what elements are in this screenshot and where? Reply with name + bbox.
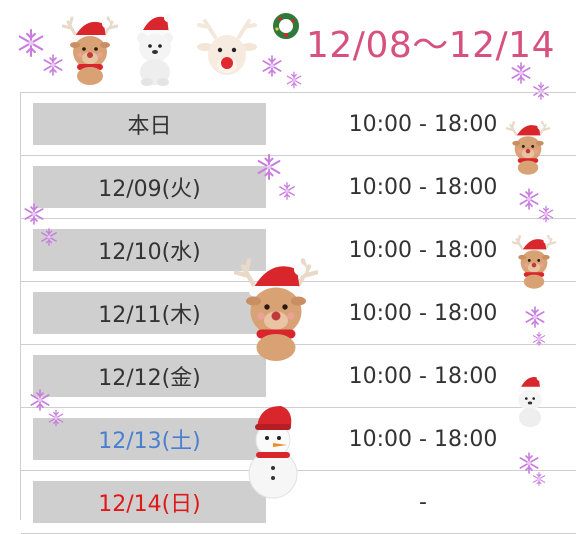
hours-cell: 10:00 - 18:00 — [348, 111, 498, 137]
snowflake-icon — [286, 71, 302, 89]
day-cell: 12/14(日) — [33, 481, 266, 523]
polar-bear-santa-hat-icon — [518, 374, 543, 428]
day-cell: 12/12(金) — [33, 355, 266, 397]
reindeer-santa-hat-icon — [234, 256, 318, 364]
snowman-icon — [248, 406, 298, 499]
hours-cell: - — [419, 489, 427, 515]
hours-cell: 10:00 - 18:00 — [348, 237, 498, 263]
snowflake-icon — [48, 409, 64, 427]
polar-bear-santa-hat-icon — [137, 14, 173, 86]
day-cell: 本日 — [33, 103, 266, 145]
snowflake-icon — [257, 154, 281, 180]
hours-cell: 10:00 - 18:00 — [348, 363, 498, 389]
snowflake-icon — [525, 306, 545, 328]
snowflake-icon — [43, 54, 63, 76]
reindeer-icon — [197, 19, 257, 75]
snowflake-icon — [532, 471, 546, 487]
reindeer-santa-hat-icon — [62, 16, 118, 86]
hours-cell: 10:00 - 18:00 — [348, 426, 498, 452]
reindeer-santa-hat-icon — [512, 234, 556, 290]
table-row: 本日 10:00 - 18:00 — [21, 93, 576, 156]
snowflake-icon — [279, 182, 295, 200]
day-cell: 12/13(土) — [33, 418, 266, 460]
snowflake-icon — [41, 228, 57, 246]
hours-cell: 10:00 - 18:00 — [348, 174, 498, 200]
snowflake-icon — [24, 203, 44, 225]
reindeer-santa-hat-icon — [506, 120, 550, 176]
table-row: 12/09(火) 10:00 - 18:00 — [21, 156, 576, 219]
wreath-icon — [273, 13, 299, 39]
header: 12/08～12/14 — [0, 0, 576, 100]
day-cell: 12/11(木) — [33, 292, 266, 334]
snowflake-icon — [532, 331, 546, 347]
day-cell: 12/09(火) — [33, 166, 266, 208]
snowflake-icon — [262, 55, 282, 77]
day-cell: 12/10(水) — [33, 229, 266, 271]
snowflake-icon — [538, 205, 554, 223]
hours-cell: 10:00 - 18:00 — [348, 300, 498, 326]
